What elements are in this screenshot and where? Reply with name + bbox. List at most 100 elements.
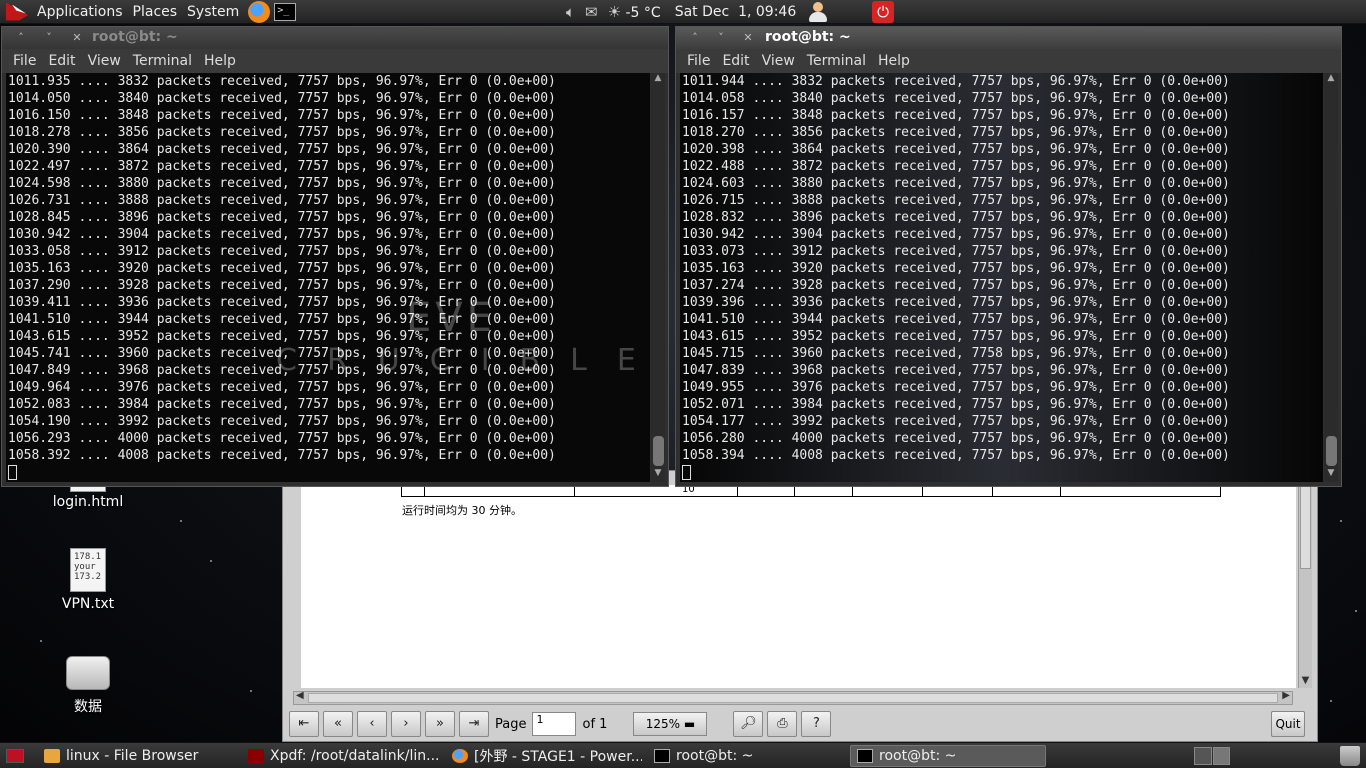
terminal-line: 1033.058 .... 3912 packets received, 775…: [8, 244, 556, 259]
terminal-line: 1041.510 .... 3944 packets received, 775…: [8, 312, 556, 327]
taskbar-item-label: linux - File Browser: [66, 747, 199, 764]
clock[interactable]: Sat Dec 1, 09:46: [675, 4, 797, 20]
window-titlebar[interactable]: ˄ ˅ ✕ root@bt: ~: [2, 27, 668, 49]
quit-button[interactable]: Quit: [1271, 711, 1305, 737]
scroll-down-icon[interactable]: ▼: [1299, 675, 1312, 688]
next-page-icon[interactable]: ›: [391, 711, 421, 737]
scroll-up-icon[interactable]: ▲: [1324, 73, 1338, 87]
menu-terminal[interactable]: Terminal: [128, 53, 197, 69]
power-icon[interactable]: ⏻︎: [872, 1, 894, 23]
find-icon[interactable]: 🔎︎: [733, 711, 764, 737]
menu-view[interactable]: View: [757, 53, 800, 69]
system-menu[interactable]: System: [182, 4, 244, 20]
applications-menu[interactable]: Applications: [32, 4, 128, 20]
show-desktop-icon[interactable]: [6, 748, 24, 763]
scroll-down-icon[interactable]: ▼: [1324, 468, 1338, 482]
backtrack-logo-icon[interactable]: [4, 1, 32, 23]
menu-help[interactable]: Help: [199, 53, 241, 69]
user-icon[interactable]: [808, 1, 828, 23]
scroll-right-icon[interactable]: ▶: [1282, 690, 1290, 701]
file-preview-line: your: [74, 562, 96, 572]
menu-help[interactable]: Help: [873, 53, 915, 69]
terminal-line: 1022.488 .... 3872 packets received, 775…: [682, 159, 1230, 174]
folder-icon: [44, 748, 60, 763]
menu-terminal[interactable]: Terminal: [802, 53, 871, 69]
terminal-lines: 1011.935 .... 3832 packets received, 775…: [6, 73, 650, 464]
taskbar-item-xpdf[interactable]: Xpdf: /root/datalink/lin...: [242, 745, 440, 767]
menu-view[interactable]: View: [83, 53, 126, 69]
zoom-select[interactable]: 125% ▬: [633, 712, 708, 736]
scrollbar-thumb[interactable]: [653, 436, 664, 466]
forward-ten-pages-icon[interactable]: »: [425, 711, 455, 737]
minimize-icon[interactable]: ˅: [712, 30, 730, 46]
minimize-icon[interactable]: ˅: [40, 30, 58, 46]
pdf-page[interactable]: 10 运行时间均为 30 分钟。: [301, 485, 1296, 688]
scroll-down-icon[interactable]: ▼: [651, 468, 665, 482]
taskbar-item-terminal-2[interactable]: root@bt: ~: [850, 744, 1046, 767]
terminal-line: 1011.935 .... 3832 packets received, 775…: [8, 74, 556, 89]
terminal-output[interactable]: 1011.935 .... 3832 packets received, 775…: [6, 73, 650, 482]
taskbar-item-file-browser[interactable]: linux - File Browser: [38, 745, 236, 767]
print-icon[interactable]: ⎙: [767, 711, 798, 737]
desktop-icon-vpn-txt[interactable]: 178.1 your 173.2 VPN.txt: [38, 548, 138, 612]
workspace-1[interactable]: [1194, 747, 1212, 765]
file-preview-line: 178.1: [74, 552, 102, 562]
scrollbar-thumb[interactable]: [1300, 485, 1311, 569]
places-menu[interactable]: Places: [128, 4, 183, 20]
terminal-line: 1030.942 .... 3904 packets received, 775…: [682, 227, 1230, 242]
last-page-icon[interactable]: ⇥: [459, 711, 489, 737]
terminal-line: 1054.177 .... 3992 packets received, 775…: [682, 414, 1230, 429]
workspace-2[interactable]: [1212, 747, 1230, 765]
previous-page-icon[interactable]: ‹: [357, 711, 387, 737]
terminal-launcher-icon[interactable]: >_: [274, 2, 297, 21]
maximize-icon[interactable]: ˄: [12, 30, 30, 46]
terminal-line: 1030.942 .... 3904 packets received, 775…: [8, 227, 556, 242]
mail-icon[interactable]: ✉︎: [585, 3, 598, 21]
terminal-output[interactable]: 1011.944 .... 3832 packets received, 775…: [680, 73, 1323, 482]
terminal-line: 1018.278 .... 3856 packets received, 775…: [8, 125, 556, 140]
help-icon[interactable]: ?: [801, 711, 832, 737]
terminal-scrollbar[interactable]: ▲ ▼: [1324, 73, 1338, 482]
terminal-scrollbar[interactable]: ▲ ▼: [651, 73, 665, 482]
zoom-value: 125%: [645, 717, 680, 731]
pdf-horizontal-scrollbar[interactable]: ◀ ▶: [293, 690, 1293, 705]
menu-edit[interactable]: Edit: [43, 53, 80, 69]
pdf-vertical-scrollbar[interactable]: ▼: [1298, 485, 1312, 688]
terminal-line: 1014.050 .... 3840 packets received, 775…: [8, 91, 556, 106]
menu-edit[interactable]: Edit: [717, 53, 754, 69]
taskbar-item-label: [外野 - STAGE1 - Power...: [474, 748, 642, 765]
firefox-icon: [452, 748, 468, 763]
terminal-line: 1056.293 .... 4000 packets received, 775…: [8, 431, 556, 446]
taskbar-item-firefox[interactable]: [外野 - STAGE1 - Power...: [446, 745, 642, 767]
weather-widget[interactable]: ☀︎ -5 °C: [608, 3, 661, 21]
workspace-switcher[interactable]: [1194, 747, 1230, 765]
scroll-left-icon[interactable]: ◀: [296, 690, 304, 701]
first-page-icon[interactable]: ⇤: [289, 711, 319, 737]
terminal-line: 1045.715 .... 3960 packets received, 775…: [682, 346, 1230, 361]
terminal-icon: [654, 748, 670, 763]
trash-icon[interactable]: [1340, 746, 1360, 766]
back-ten-pages-icon[interactable]: «: [323, 711, 353, 737]
menu-file[interactable]: File: [8, 53, 41, 69]
terminal-line: 1028.845 .... 3896 packets received, 775…: [8, 210, 556, 225]
top-panel: Applications Places System >_ 🔈︎ ✉︎ ☀︎ -…: [0, 0, 1366, 24]
volume-icon[interactable]: 🔈︎: [566, 3, 575, 21]
window-titlebar[interactable]: ˄ ˅ ✕ root@bt: ~: [676, 27, 1341, 49]
terminal-line: 1043.615 .... 3952 packets received, 775…: [682, 329, 1230, 344]
maximize-icon[interactable]: ˄: [686, 30, 704, 46]
menu-file[interactable]: File: [682, 53, 715, 69]
page-number-input[interactable]: 1: [532, 712, 577, 736]
taskbar-item-terminal-1[interactable]: root@bt: ~: [648, 745, 844, 767]
firefox-launcher-icon[interactable]: [248, 0, 271, 23]
taskbar-item-label: Xpdf: /root/datalink/lin...: [270, 747, 440, 764]
menubar: File Edit View Terminal Help: [2, 49, 668, 73]
scrollbar-thumb[interactable]: [1326, 436, 1337, 466]
scrollbar-thumb[interactable]: [308, 693, 1278, 703]
scroll-up-icon[interactable]: ▲: [651, 73, 665, 87]
temperature: -5 °C: [625, 5, 661, 21]
close-icon[interactable]: ✕: [739, 30, 757, 46]
desktop-icon-data-drive[interactable]: 数据: [38, 656, 138, 716]
close-icon[interactable]: ✕: [68, 30, 86, 46]
terminal-line: 1014.058 .... 3840 packets received, 775…: [682, 91, 1230, 106]
terminal-line: 1026.715 .... 3888 packets received, 775…: [682, 193, 1230, 208]
